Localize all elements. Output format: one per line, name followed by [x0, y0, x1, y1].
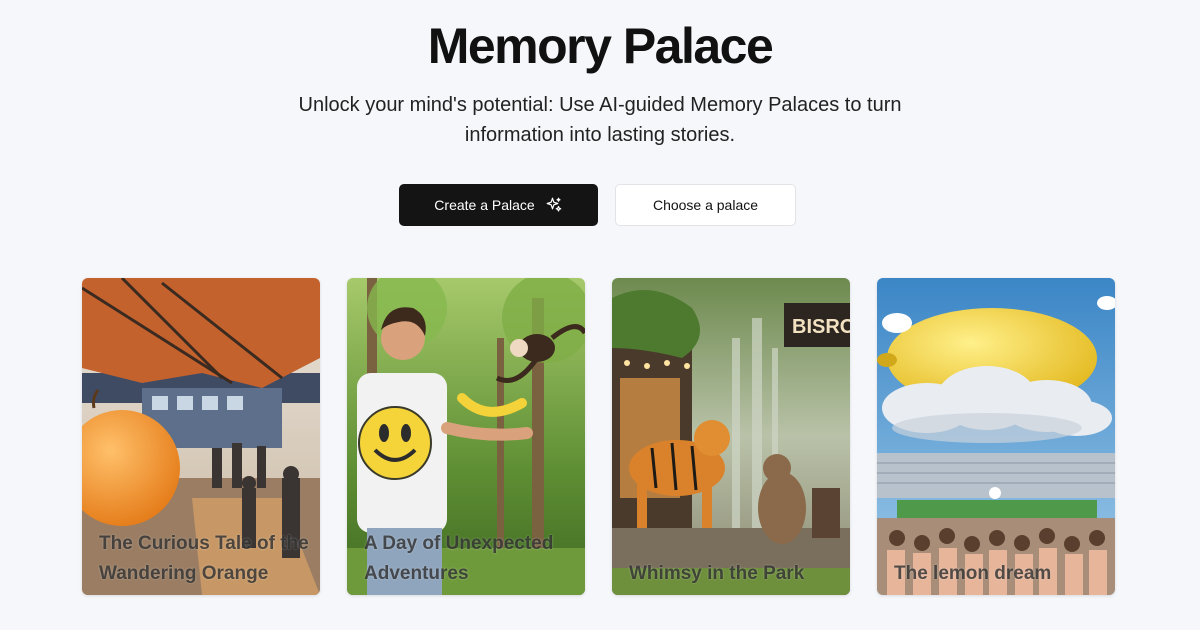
create-palace-button[interactable]: Create a Palace: [399, 184, 598, 226]
create-palace-label: Create a Palace: [434, 197, 535, 213]
sparkles-icon: [546, 197, 562, 212]
page-title: Memory Palace: [427, 18, 774, 74]
page-subtitle: Unlock your mind's potential: Use AI-gui…: [298, 94, 902, 146]
palace-card-title: The lemon dream: [894, 563, 1052, 584]
palace-card-unexpected-adventures[interactable]: A Day of Unexpected Adventures: [347, 278, 585, 595]
bistro-sign-text: BISRO: [792, 316, 850, 338]
palace-image-park-bistro: BISRO: [612, 278, 850, 595]
choose-palace-button[interactable]: Choose a palace: [615, 184, 796, 226]
palace-card-title: The Curious Tale of the Wandering Orange: [99, 533, 309, 584]
palace-card-title: A Day of Unexpected Adventures: [364, 533, 554, 584]
choose-palace-label: Choose a palace: [652, 197, 759, 213]
palace-card-whimsy-park[interactable]: BISRO Whimsy in the Park: [612, 278, 850, 595]
palace-image-lemon-stadium: [877, 278, 1115, 595]
palace-card-lemon-dream[interactable]: The lemon dream: [877, 278, 1115, 595]
palace-card-title: Whimsy in the Park: [629, 563, 805, 584]
palace-card-wandering-orange[interactable]: The Curious Tale of the Wandering Orange: [82, 278, 320, 595]
